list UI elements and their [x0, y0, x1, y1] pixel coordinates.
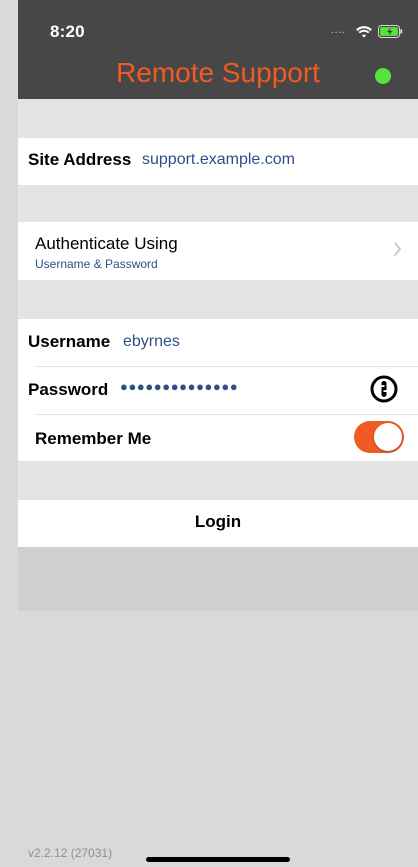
site-address-label: Site Address [28, 150, 132, 169]
remember-me-toggle[interactable] [354, 421, 404, 453]
connection-status-indicator [375, 68, 391, 84]
section-spacer [18, 185, 418, 222]
site-address-row[interactable]: Site Address support.example.com [18, 138, 418, 185]
app-screen: 8:20 .... Remote Support Site Address su… [18, 0, 418, 867]
section-spacer [18, 461, 418, 500]
password-field[interactable]: ●●●●●●●●●●●●●● [120, 379, 238, 394]
row-divider [35, 414, 418, 415]
username-value[interactable]: ebyrnes [123, 333, 180, 351]
login-button-label: Login [194, 512, 242, 531]
row-divider [35, 366, 418, 367]
section-spacer [18, 280, 418, 319]
status-time: 8:20 [50, 22, 85, 41]
wifi-icon [356, 26, 372, 38]
site-address-value[interactable]: support.example.com [142, 151, 295, 169]
authenticate-using-title: Authenticate Using [35, 234, 178, 253]
section-spacer [18, 99, 418, 138]
credentials-section: Username ebyrnes Password ●●●●●●●●●●●●●●… [18, 319, 418, 461]
password-manager-icon[interactable] [370, 375, 398, 403]
app-version: v2.2.12 (27031) [28, 846, 113, 860]
battery-charging-icon [378, 25, 403, 38]
password-label: Password [28, 380, 109, 399]
app-title: Remote Support [116, 57, 320, 88]
app-header: 8:20 .... Remote Support [18, 0, 418, 99]
home-indicator [146, 857, 290, 862]
cellular-signal-indicator: .... [331, 24, 346, 36]
chevron-right-icon [394, 242, 401, 256]
remember-me-label: Remember Me [35, 429, 152, 448]
toggle-knob [374, 423, 402, 451]
login-button[interactable]: Login [18, 500, 418, 547]
username-label: Username [28, 332, 111, 351]
authenticate-using-row[interactable]: Authenticate Using Username & Password [18, 222, 418, 280]
section-spacer [18, 547, 418, 611]
authenticate-using-method: Username & Password [35, 257, 158, 271]
